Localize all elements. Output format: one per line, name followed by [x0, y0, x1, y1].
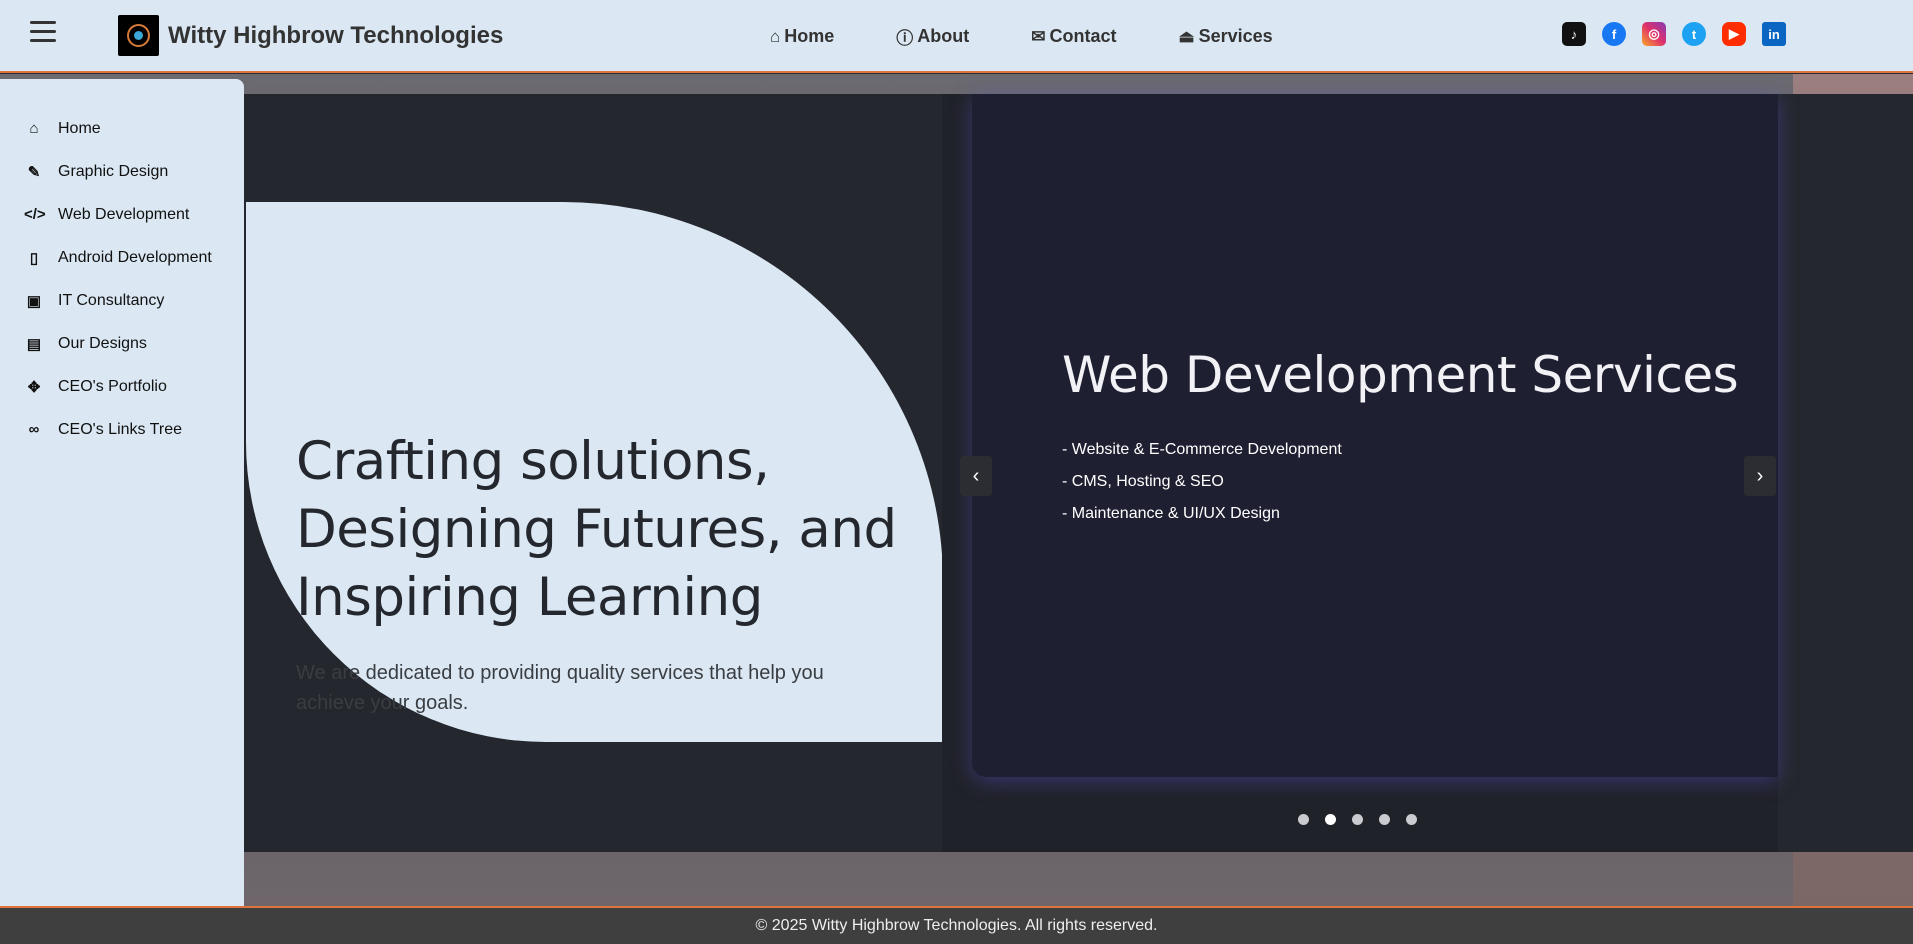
mobile-icon: ▯	[29, 249, 39, 267]
twitter-icon[interactable]: t	[1682, 22, 1706, 46]
services-carousel: Web Development Services - Website & E-C…	[942, 94, 1778, 852]
carousel-dot-2[interactable]	[1325, 814, 1336, 825]
sidebar-item-label: IT Consultancy	[58, 291, 165, 309]
facebook-icon[interactable]: f	[1602, 22, 1626, 46]
site-footer: © 2025 Witty Highbrow Technologies. All …	[0, 906, 1913, 944]
sidebar-item-label: Home	[58, 119, 101, 137]
briefcase-icon: ▣	[26, 292, 42, 310]
slide-list-item: - Maintenance & UI/UX Design	[1062, 505, 1280, 522]
instagram-icon[interactable]: ◎	[1642, 22, 1666, 46]
carousel-dot-5[interactable]	[1406, 814, 1417, 825]
envelope-icon: ✉	[1031, 26, 1046, 46]
carousel-dot-3[interactable]	[1352, 814, 1363, 825]
sidebar-item-label: Our Designs	[58, 334, 147, 352]
hero-subtitle: We are dedicated to providing quality se…	[296, 662, 824, 714]
sidebar-item-it-consultancy[interactable]: ▣ IT Consultancy	[0, 279, 244, 322]
sidebar: ⌂ Home ✎ Graphic Design </> Web Developm…	[0, 79, 244, 907]
hero-title: Crafting solutions, Designing Futures, a…	[296, 431, 897, 628]
hero-section: Crafting solutions, Designing Futures, a…	[244, 94, 1913, 852]
sidebar-item-label: Graphic Design	[58, 162, 169, 180]
nav-home[interactable]: ⌂ Home	[770, 24, 834, 49]
carousel-prev-button[interactable]: ‹	[960, 456, 992, 496]
nav-contact-label: Contact	[1049, 26, 1117, 46]
site-header: Witty Highbrow Technologies ⌂ Home ⓘ Abo…	[0, 0, 1913, 73]
link-icon: ∞	[28, 421, 40, 438]
sidebar-item-home[interactable]: ⌂ Home	[0, 107, 244, 150]
sidebar-item-label: Web Development	[58, 205, 190, 223]
slide-list: - Website & E-Commerce Development - CMS…	[1062, 434, 1342, 530]
carousel-dot-1[interactable]	[1298, 814, 1309, 825]
nav-home-label: Home	[784, 26, 835, 46]
copyright-text: © 2025 Witty Highbrow Technologies. All …	[755, 917, 1158, 934]
hamburger-menu-icon[interactable]	[30, 21, 56, 43]
nav-about[interactable]: ⓘ About	[896, 24, 969, 49]
arrows-icon: ✥	[27, 378, 41, 396]
slide-list-item: - CMS, Hosting & SEO	[1062, 473, 1224, 490]
code-icon: </>	[24, 206, 46, 223]
nav-contact[interactable]: ✉ Contact	[1031, 24, 1116, 49]
linkedin-icon[interactable]: in	[1762, 22, 1786, 46]
carousel-next-button[interactable]: ›	[1744, 456, 1776, 496]
top-navigation: ⌂ Home ⓘ About ✉ Contact ⏏ Services	[770, 24, 1335, 49]
carousel-indicators	[1298, 814, 1433, 825]
hero-blob-shape: Crafting solutions, Designing Futures, a…	[246, 202, 943, 742]
sidebar-item-ceo-portfolio[interactable]: ✥ CEO's Portfolio	[0, 365, 244, 408]
carousel-dot-4[interactable]	[1379, 814, 1390, 825]
social-links: ♪ f ◎ t ▶ in	[1562, 22, 1802, 46]
nav-about-label: About	[917, 26, 970, 46]
sidebar-item-our-designs[interactable]: ▤ Our Designs	[0, 322, 244, 365]
sidebar-item-label: CEO's Links Tree	[58, 420, 182, 438]
youtube-icon[interactable]: ▶	[1722, 22, 1746, 46]
info-icon: ⓘ	[896, 29, 914, 48]
brand-name[interactable]: Witty Highbrow Technologies	[168, 22, 503, 50]
home-icon: ⌂	[770, 26, 781, 46]
images-icon: ▤	[26, 335, 42, 353]
nav-services-label: Services	[1198, 26, 1273, 46]
sidebar-item-android-development[interactable]: ▯ Android Development	[0, 236, 244, 279]
slide-title: Web Development Services	[1062, 346, 1739, 404]
nav-services[interactable]: ⏏ Services	[1179, 24, 1273, 49]
sidebar-item-web-development[interactable]: </> Web Development	[0, 193, 244, 236]
sidebar-item-label: Android Development	[58, 248, 212, 266]
home-icon: ⌂	[29, 120, 39, 137]
bell-icon: ⏏	[1178, 26, 1195, 46]
brand-logo[interactable]	[118, 15, 159, 56]
carousel-slide: Web Development Services - Website & E-C…	[972, 94, 1778, 777]
sidebar-item-label: CEO's Portfolio	[58, 377, 167, 395]
brush-icon: ✎	[27, 163, 41, 181]
sidebar-item-ceo-links-tree[interactable]: ∞ CEO's Links Tree	[0, 408, 244, 451]
sidebar-item-graphic-design[interactable]: ✎ Graphic Design	[0, 150, 244, 193]
tiktok-icon[interactable]: ♪	[1562, 22, 1586, 46]
slide-list-item: - Website & E-Commerce Development	[1062, 441, 1342, 458]
